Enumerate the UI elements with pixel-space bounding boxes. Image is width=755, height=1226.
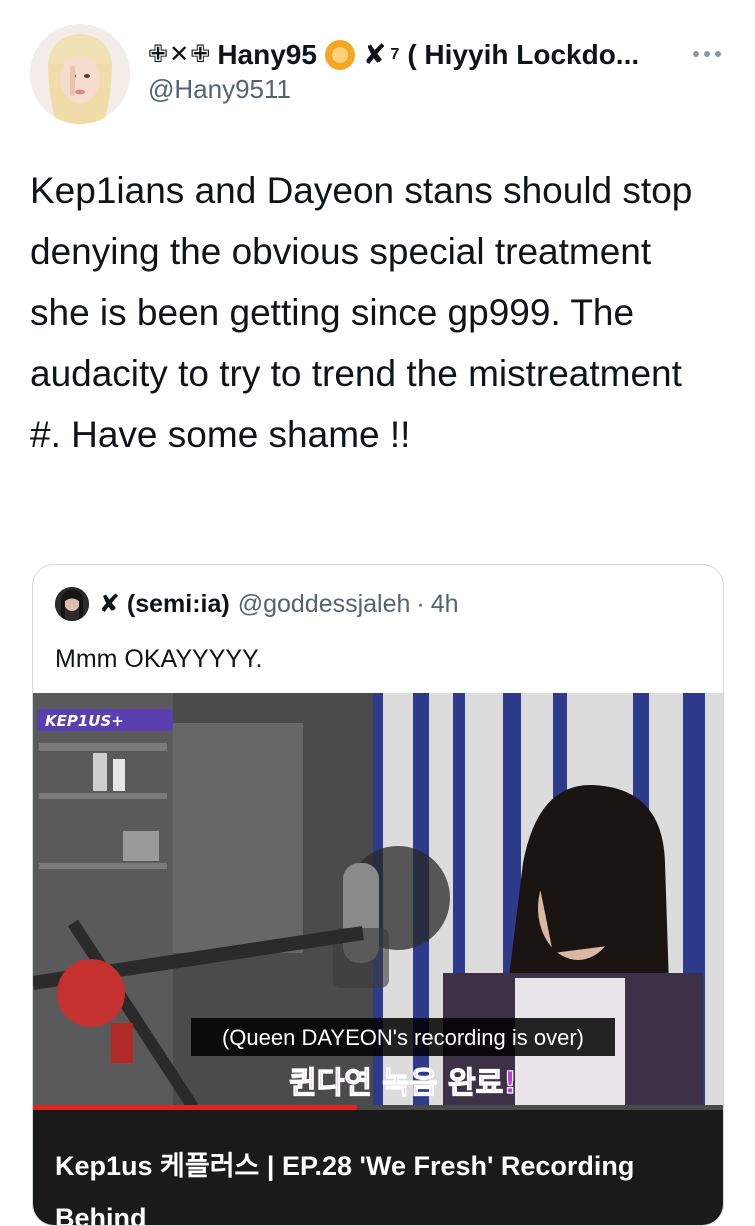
name-badge-sup: 7 <box>390 46 400 63</box>
author-display-name[interactable]: ✙✕✙ Hany95 ✘ 7 ( Hiyyih Lockdo... <box>148 38 688 72</box>
lion-emoji-icon <box>324 40 355 70</box>
video-title-bar[interactable]: Kep1us 케플러스 | EP.28 'We Fresh' Recording… <box>33 1110 723 1226</box>
name-text: Hany95 <box>217 39 317 70</box>
tweet-header: ✙✕✙ Hany95 ✘ 7 ( Hiyyih Lockdo... @Hany9… <box>0 0 755 140</box>
video-thumbnail[interactable]: KEP1US+ (Queen DAYEON's recording is ove… <box>33 693 723 1107</box>
quoted-tweet[interactable]: ✘ (semi:ia) @goddessjaleh · 4h Mmm OKAYY… <box>32 564 724 1226</box>
more-icon[interactable] <box>690 44 724 64</box>
author-names: ✙✕✙ Hany95 ✘ 7 ( Hiyyih Lockdo... @Hany9… <box>148 38 688 105</box>
tweet-text: Kep1ians and Dayeon stans should stop de… <box>30 170 693 455</box>
author-handle[interactable]: @Hany9511 <box>148 74 688 105</box>
video-subtitle-english: (Queen DAYEON's recording is over) <box>222 1025 584 1050</box>
video-frame: KEP1US+ (Queen DAYEON's recording is ove… <box>33 693 723 1107</box>
video-subtitle-korean: 퀸다연 녹음 완료! <box>289 1066 517 1101</box>
quote-timestamp[interactable]: 4h <box>431 590 459 619</box>
quote-header: ✘ (semi:ia) @goddessjaleh · 4h <box>55 587 459 621</box>
video-logo: KEP1US+ <box>45 712 124 730</box>
quote-author-handle[interactable]: @goddessjaleh <box>238 590 411 619</box>
author-avatar[interactable] <box>30 24 130 124</box>
quote-avatar[interactable] <box>55 587 89 621</box>
quote-text: Mmm OKAYYYYY. <box>55 645 263 673</box>
name-badge-x: ✘ <box>362 39 387 70</box>
quote-separator: · <box>416 589 425 618</box>
quote-author-name[interactable]: ✘ (semi:ia) <box>99 589 230 619</box>
name-symbols: ✙✕✙ <box>148 41 212 68</box>
name-suffix: ( Hiyyih Lockdo... <box>407 39 640 70</box>
video-title: Kep1us 케플러스 | EP.28 'We Fresh' Recording… <box>55 1151 635 1226</box>
